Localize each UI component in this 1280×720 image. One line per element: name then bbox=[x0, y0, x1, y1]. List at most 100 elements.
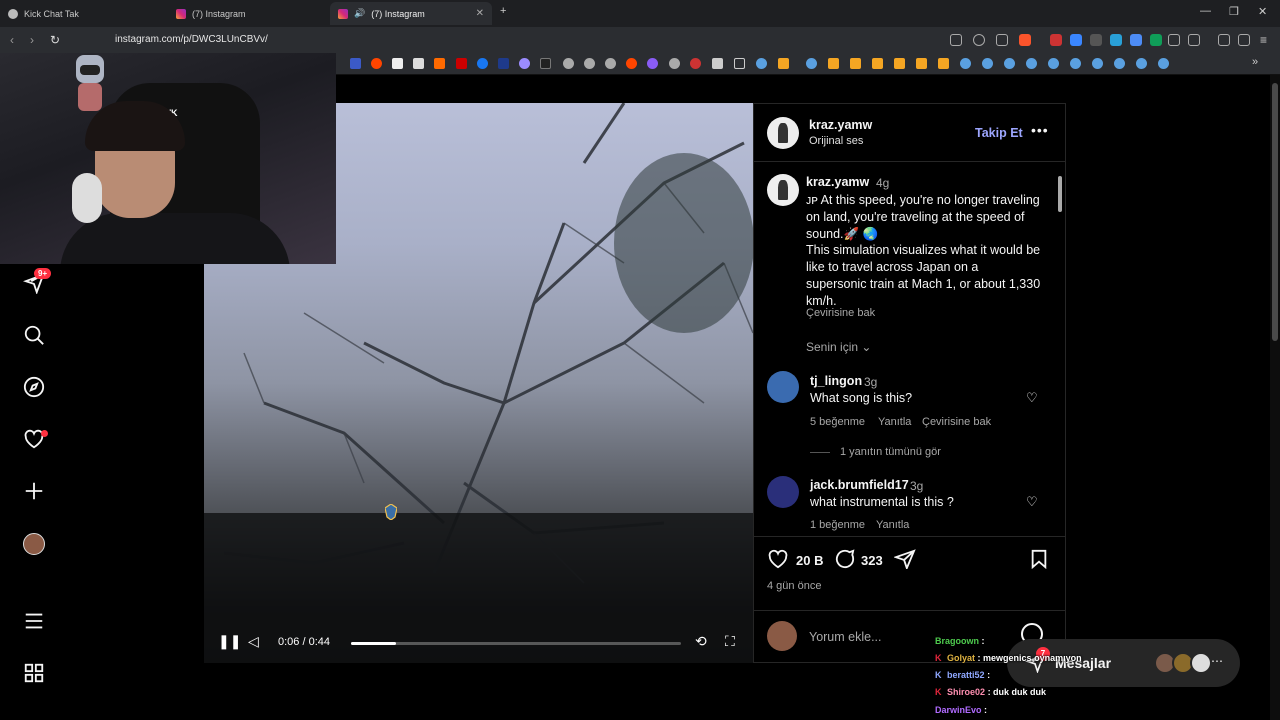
tab-instagram-active[interactable]: 🔊 (7) Instagram ✕ bbox=[330, 2, 492, 25]
zoom-icon[interactable] bbox=[973, 34, 985, 46]
comment-like-icon[interactable]: ♡ bbox=[1026, 494, 1038, 510]
commenter-avatar[interactable] bbox=[767, 476, 799, 508]
folder-icon[interactable] bbox=[734, 58, 745, 69]
bookmark-icon[interactable] bbox=[584, 58, 595, 69]
bookmark-icon[interactable] bbox=[434, 58, 445, 69]
bookmark-icon[interactable] bbox=[806, 58, 817, 69]
bookmark-icon[interactable] bbox=[960, 58, 971, 69]
bookmark-icon[interactable] bbox=[626, 58, 637, 69]
comment-username[interactable]: tj_lingon bbox=[810, 374, 862, 388]
bookmark-icon[interactable] bbox=[712, 58, 723, 69]
reply-button[interactable]: Yanıtla bbox=[878, 416, 911, 428]
comment-count[interactable]: 323 bbox=[861, 553, 883, 568]
bookmark-icon[interactable] bbox=[828, 58, 839, 69]
messages-bar[interactable]: 7 Mesajlar ⋯ bbox=[1007, 639, 1240, 687]
minimize-button[interactable]: — bbox=[1200, 5, 1211, 17]
apps-icon[interactable] bbox=[22, 662, 46, 686]
bookmark-icon[interactable] bbox=[690, 58, 701, 69]
pause-icon[interactable]: ❚❚ bbox=[218, 633, 241, 650]
more-bookmarks-icon[interactable]: » bbox=[1252, 56, 1258, 68]
like-count[interactable]: 20 B bbox=[796, 553, 823, 568]
extension-icon[interactable] bbox=[1110, 34, 1122, 46]
bookmark-icon[interactable] bbox=[1114, 58, 1125, 69]
see-translation-link[interactable]: Çevirisine bak bbox=[806, 307, 875, 319]
close-window-button[interactable]: ✕ bbox=[1258, 5, 1267, 18]
download-icon[interactable] bbox=[1218, 34, 1230, 46]
brave-shield-icon[interactable] bbox=[1019, 34, 1031, 46]
menu-icon[interactable]: ≡ bbox=[1260, 33, 1267, 47]
audio-label[interactable]: Orijinal ses bbox=[809, 135, 863, 147]
extension-icon[interactable] bbox=[1070, 34, 1082, 46]
commenter-avatar[interactable] bbox=[767, 371, 799, 403]
bookmark-icon[interactable] bbox=[498, 58, 509, 69]
new-tab-button[interactable]: + bbox=[500, 5, 506, 17]
extension-icon[interactable] bbox=[1050, 34, 1062, 46]
author-avatar[interactable] bbox=[767, 117, 799, 149]
bookmark-icon[interactable] bbox=[1092, 58, 1103, 69]
caption-avatar[interactable] bbox=[767, 174, 799, 206]
bookmark-icon[interactable] bbox=[1048, 58, 1059, 69]
bookmark-icon[interactable] bbox=[350, 58, 361, 69]
bookmark-icon[interactable] bbox=[894, 58, 905, 69]
bookmark-icon[interactable] bbox=[916, 58, 927, 69]
bookmark-icon[interactable] bbox=[1158, 58, 1169, 69]
puzzle-icon[interactable] bbox=[1168, 34, 1180, 46]
profile-avatar[interactable] bbox=[22, 532, 46, 556]
tab-kick-chat[interactable]: Kick Chat Tak bbox=[0, 2, 168, 25]
extension-icon[interactable] bbox=[1090, 34, 1102, 46]
bookmark-icon[interactable] bbox=[938, 58, 949, 69]
cast-icon[interactable] bbox=[950, 34, 962, 46]
reply-button[interactable]: Yanıtla bbox=[876, 519, 909, 531]
bookmark-icon[interactable] bbox=[392, 58, 403, 69]
comment-like-icon[interactable]: ♡ bbox=[1026, 390, 1038, 406]
bookmark-icon[interactable] bbox=[371, 58, 382, 69]
bookmark-icon[interactable] bbox=[872, 58, 883, 69]
media-icon[interactable] bbox=[1238, 34, 1250, 46]
save-icon[interactable] bbox=[1030, 549, 1048, 572]
translate-comment-link[interactable]: Çevirisine bak bbox=[922, 416, 991, 428]
explore-icon[interactable] bbox=[22, 376, 46, 400]
bookmark-icon[interactable] bbox=[756, 58, 767, 69]
more-messages-icon[interactable]: ⋯ bbox=[1211, 654, 1223, 668]
search-icon[interactable] bbox=[22, 324, 46, 348]
bookmark-icon[interactable] bbox=[850, 58, 861, 69]
close-tab-icon[interactable]: ✕ bbox=[476, 8, 484, 19]
extension-icon[interactable] bbox=[1150, 34, 1162, 46]
menu-icon[interactable] bbox=[22, 610, 46, 634]
page-scrollbar[interactable] bbox=[1270, 75, 1280, 720]
replay-icon[interactable]: ⟲ bbox=[695, 633, 707, 650]
comments-scrollbar[interactable] bbox=[1057, 166, 1063, 536]
bookmark-icon[interactable] bbox=[477, 58, 488, 69]
comment-likes[interactable]: 1 beğenme bbox=[810, 519, 865, 531]
forward-icon[interactable]: › bbox=[30, 33, 34, 47]
bookmark-icon[interactable] bbox=[647, 58, 658, 69]
bookmark-icon[interactable] bbox=[563, 58, 574, 69]
bookmark-icon[interactable] bbox=[540, 58, 551, 69]
bookmark-icon[interactable] bbox=[778, 58, 789, 69]
bookmark-icon[interactable] bbox=[1004, 58, 1015, 69]
share-icon[interactable] bbox=[996, 34, 1008, 46]
bookmark-icon[interactable] bbox=[519, 58, 530, 69]
bookmark-icon[interactable] bbox=[456, 58, 467, 69]
fullscreen-icon[interactable]: ⛶ bbox=[725, 633, 735, 650]
bookmark-icon[interactable] bbox=[669, 58, 680, 69]
back-icon[interactable]: ‹ bbox=[10, 33, 14, 47]
maximize-button[interactable]: ❐ bbox=[1229, 5, 1239, 18]
like-icon[interactable] bbox=[767, 549, 789, 572]
volume-icon[interactable]: ◁ bbox=[248, 633, 259, 650]
bookmark-icon[interactable] bbox=[1026, 58, 1037, 69]
bookmark-icon[interactable] bbox=[1070, 58, 1081, 69]
comment-icon[interactable] bbox=[834, 549, 856, 572]
extension-icon[interactable] bbox=[1130, 34, 1142, 46]
tab-instagram-1[interactable]: (7) Instagram bbox=[168, 2, 330, 25]
create-icon[interactable] bbox=[22, 480, 46, 504]
comment-username[interactable]: jack.brumfield17 bbox=[810, 478, 909, 492]
video-progress[interactable] bbox=[351, 642, 681, 645]
comment-likes[interactable]: 5 beğenme bbox=[810, 416, 865, 428]
author-username[interactable]: kraz.yamw bbox=[809, 118, 872, 132]
url-field[interactable]: instagram.com/p/DWC3LUnCBVv/ bbox=[115, 34, 268, 45]
view-replies-link[interactable]: 1 yanıtın tümünü gör bbox=[840, 446, 941, 458]
share-icon[interactable] bbox=[893, 549, 916, 572]
more-options-icon[interactable]: ••• bbox=[1031, 122, 1049, 138]
sidebar-icon[interactable] bbox=[1188, 34, 1200, 46]
